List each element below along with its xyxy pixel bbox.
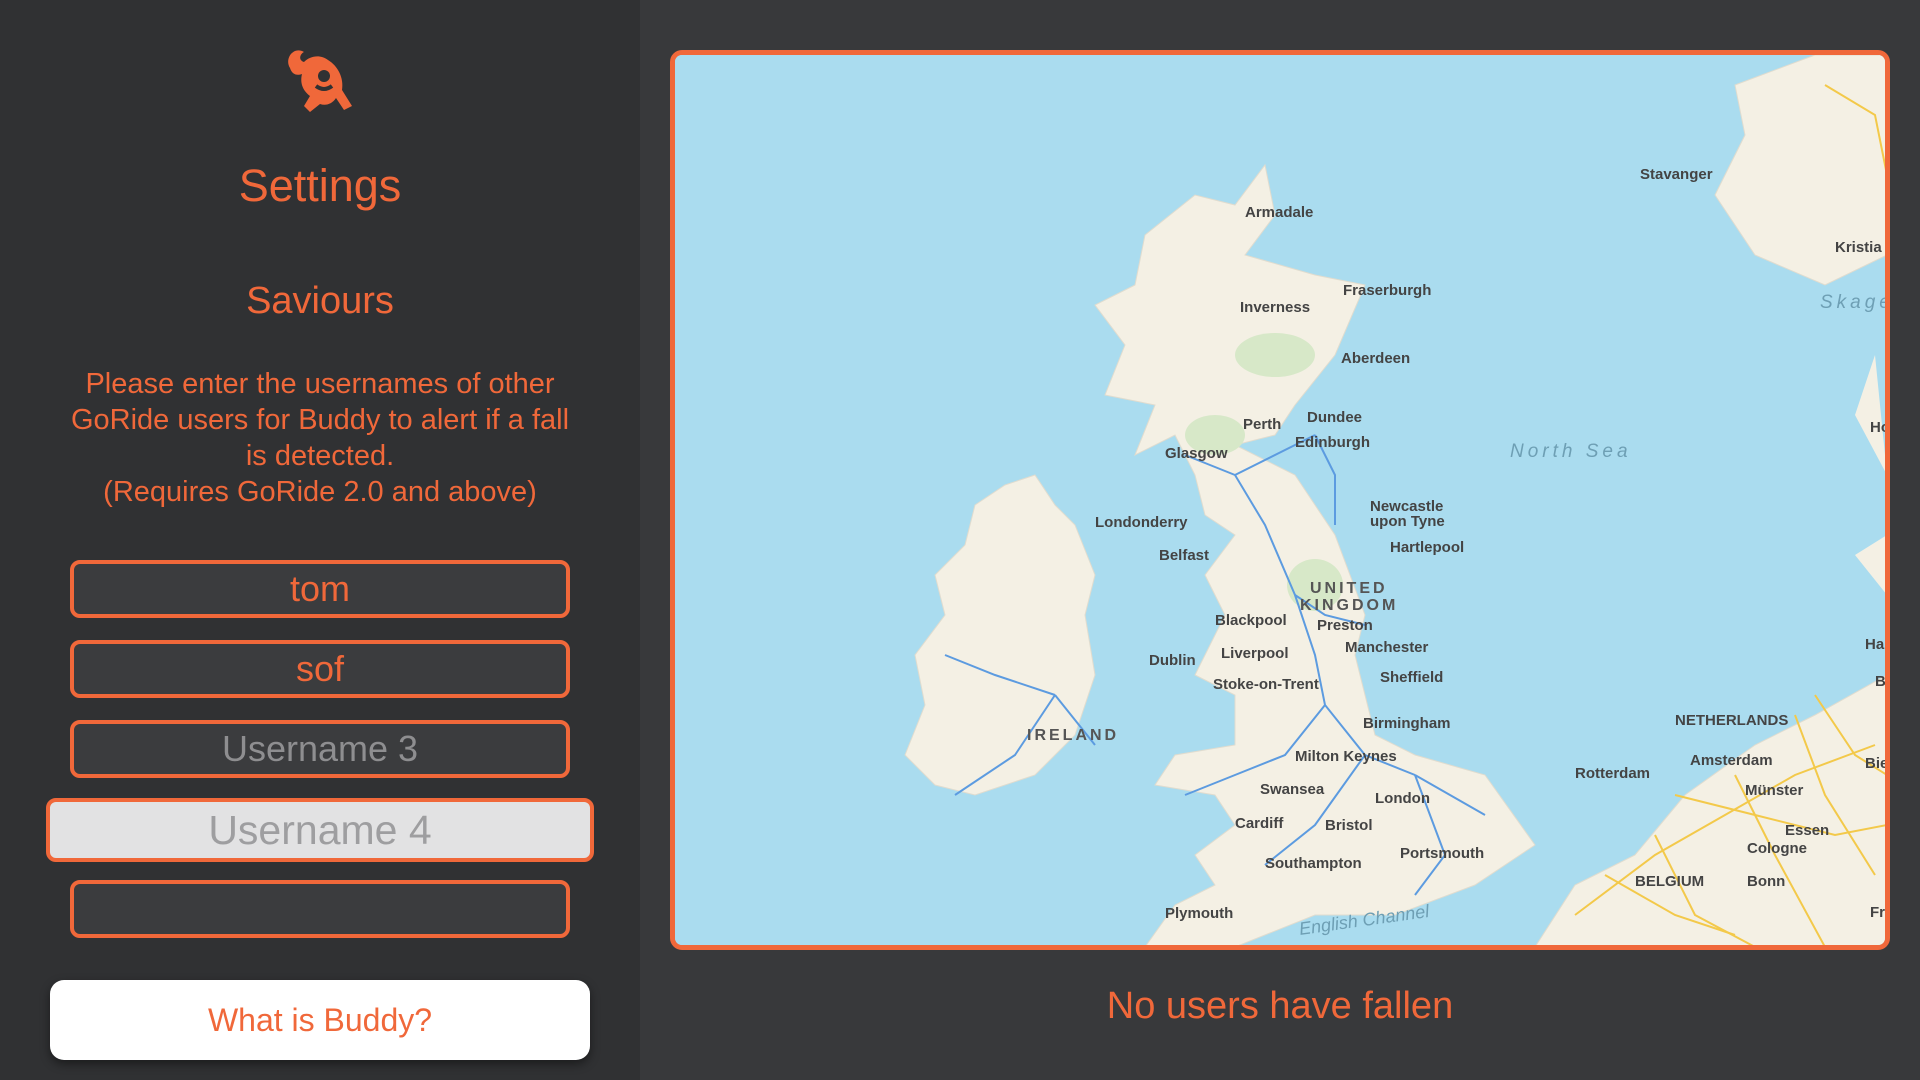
map-label: Edinburgh (1295, 434, 1370, 451)
description-line: GoRide users for Buddy to alert if a fal… (70, 404, 570, 436)
map-label: Swansea (1260, 781, 1325, 798)
username-field-4[interactable]: Username 4 (46, 798, 594, 862)
section-title-saviours: Saviours (246, 280, 394, 322)
page-title: Settings (238, 160, 402, 211)
map-label: Ham (1865, 636, 1887, 653)
map-country-label: UNITED (1310, 580, 1388, 597)
map-label: Armadale (1245, 204, 1313, 221)
saviours-description: Please enter the usernames of other GoRi… (60, 366, 580, 510)
map-country-label: BELGIUM (1635, 873, 1704, 890)
map-label: Portsmouth (1400, 845, 1484, 862)
map-label: Rotterdam (1575, 765, 1650, 782)
map-sea-label: Skage (1820, 292, 1887, 313)
description-line: (Requires GoRide 2.0 and above) (103, 476, 537, 508)
description-line: Please enter the usernames of other (85, 368, 555, 400)
map-label: Münster (1745, 782, 1804, 799)
goride-lion-icon (280, 40, 360, 120)
username-field-3[interactable]: Username 3 (70, 720, 570, 778)
map-label: Stavanger (1640, 166, 1713, 183)
map-label: upon Tyne (1370, 513, 1445, 530)
map-label: Liverpool (1221, 645, 1289, 662)
map-label: Fraserburgh (1343, 282, 1431, 299)
map-label: London (1375, 790, 1430, 807)
map-label: Manchester (1345, 639, 1429, 656)
map-label: Essen (1785, 822, 1829, 839)
map-sea-label: North Sea (1510, 441, 1632, 462)
map-canvas: Armadale Inverness Fraserburgh Aberdeen … (675, 55, 1887, 945)
map-label: Bristol (1325, 817, 1373, 834)
map-label: Stoke-on-Trent (1213, 676, 1319, 693)
map-label: Aberdeen (1341, 350, 1410, 367)
map-label: B (1875, 673, 1886, 690)
map-label: Blackpool (1215, 612, 1287, 629)
map-label: Perth (1243, 416, 1281, 433)
map-label: Cologne (1747, 840, 1807, 857)
map-label: Dublin (1149, 652, 1196, 669)
map-view[interactable]: Armadale Inverness Fraserburgh Aberdeen … (670, 50, 1890, 950)
what-is-buddy-button[interactable]: What is Buddy? (50, 980, 590, 1060)
map-label: Londonderry (1095, 514, 1188, 531)
map-label: Birmingham (1363, 715, 1451, 732)
map-label: Kristia (1835, 239, 1882, 256)
map-label: Cardiff (1235, 815, 1284, 832)
map-label: Amsterdam (1690, 752, 1773, 769)
username-field-5[interactable] (70, 880, 570, 938)
map-label: Bonn (1747, 873, 1785, 890)
map-label: Belfast (1159, 547, 1209, 564)
map-country-label: IRELAND (1027, 727, 1119, 744)
username-field-1[interactable]: tom (70, 560, 570, 618)
map-label: Dundee (1307, 409, 1362, 426)
map-label: Preston (1317, 617, 1373, 634)
map-country-label: KINGDOM (1300, 597, 1398, 614)
settings-sidebar: Settings Saviours Please enter the usern… (0, 0, 640, 1080)
description-line: is detected. (245, 440, 395, 472)
fall-status-text: No users have fallen (1106, 985, 1454, 1027)
map-label: Glasgow (1165, 445, 1228, 462)
map-country-label: NETHERLANDS (1675, 712, 1788, 729)
map-label: Fr (1870, 904, 1885, 921)
map-label: Bie (1865, 755, 1887, 772)
map-label: Milton Keynes (1295, 748, 1397, 765)
map-label: Inverness (1240, 299, 1310, 316)
username-field-2[interactable]: sof (70, 640, 570, 698)
map-label: Ho (1870, 419, 1887, 436)
map-label: Sheffield (1380, 669, 1443, 686)
map-label: Southampton (1265, 855, 1362, 872)
map-label: Plymouth (1165, 905, 1233, 922)
map-label: Hartlepool (1390, 539, 1464, 556)
